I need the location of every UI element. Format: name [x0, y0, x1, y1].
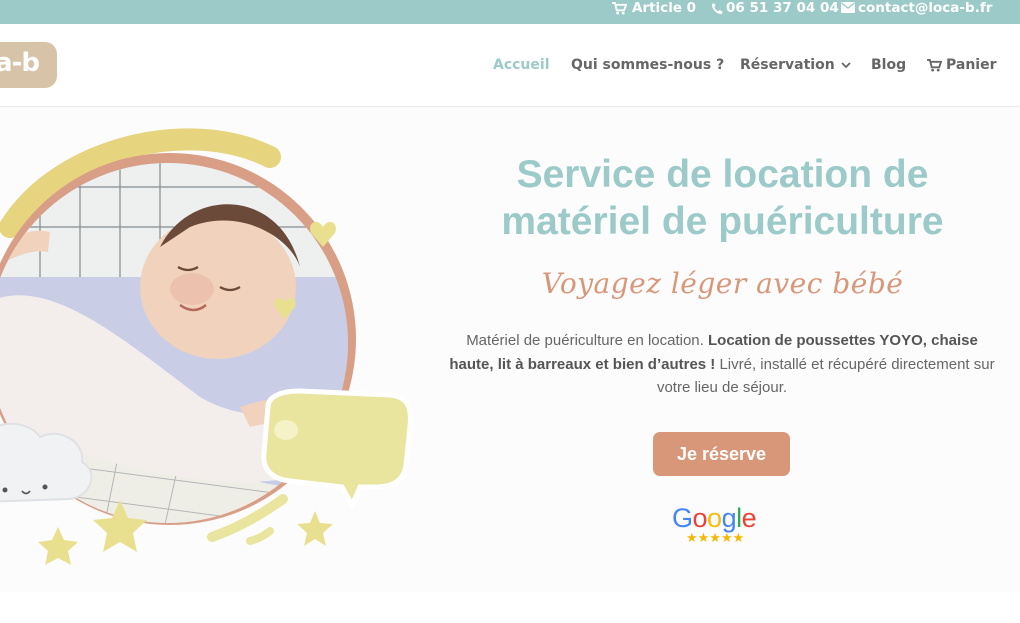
google-letter: o: [707, 503, 722, 533]
topbar-cart-link[interactable]: Article 0: [612, 0, 696, 24]
nav-item-booking[interactable]: Réservation: [740, 57, 851, 73]
logo-text: a-b: [0, 48, 40, 78]
email-icon: [841, 2, 855, 13]
nav-cart-label: Panier: [946, 57, 997, 73]
hero-description: Matériel de puériculture en location. Lo…: [446, 329, 998, 400]
google-letter: e: [741, 503, 757, 533]
cart-icon: [612, 2, 627, 15]
nav-booking-label: Réservation: [740, 57, 835, 73]
topbar-cart-label: Article 0: [632, 0, 697, 16]
nav-item-home[interactable]: Accueil: [493, 57, 550, 73]
nav-item-about[interactable]: Qui sommes-nous ?: [571, 57, 724, 73]
site-header: a-b Accueil Qui sommes-nous ? Réservatio…: [0, 24, 1020, 107]
baby-illustration: [0, 128, 413, 565]
nav-item-blog[interactable]: Blog: [871, 57, 906, 73]
book-button[interactable]: Je réserve: [653, 432, 790, 476]
google-letter: o: [692, 503, 708, 533]
google-letter: g: [721, 503, 737, 533]
hero-title-line2: matériel de puériculture: [501, 200, 944, 243]
top-bar: Article 0 06 51 37 04 04 contact@loca-b.…: [0, 0, 1020, 24]
nav-home-label: Accueil: [493, 57, 550, 73]
hero-title: Service de location de matériel de puéri…: [440, 151, 1005, 245]
google-logo: Google: [672, 503, 772, 533]
hero-subtitle: Voyagez léger avec bébé: [541, 267, 904, 300]
phone-icon: [711, 2, 723, 15]
desc-part1: Matériel de puériculture en location.: [466, 332, 708, 349]
nav-item-cart[interactable]: Panier: [927, 57, 997, 73]
topbar-phone-link[interactable]: 06 51 37 04 04: [711, 0, 839, 24]
nav-about-label: Qui sommes-nous ?: [571, 57, 725, 73]
topbar-phone: 06 51 37 04 04: [726, 0, 839, 16]
topbar-email: contact@loca-b.fr: [858, 0, 993, 16]
site-logo[interactable]: a-b: [0, 42, 57, 88]
chevron-down-icon: [841, 61, 851, 68]
google-reviews-badge[interactable]: Google ★★★★★: [672, 503, 772, 553]
cart-icon: [927, 58, 942, 72]
google-word: Google: [672, 503, 757, 533]
google-letter: G: [672, 503, 693, 533]
nav-blog-label: Blog: [871, 57, 907, 73]
rating-stars: ★★★★★: [686, 531, 745, 546]
topbar-email-link[interactable]: contact@loca-b.fr: [841, 0, 992, 24]
hero-title-line1: Service de location de: [516, 153, 929, 196]
hero-section: Service de location de matériel de puéri…: [0, 107, 1020, 592]
